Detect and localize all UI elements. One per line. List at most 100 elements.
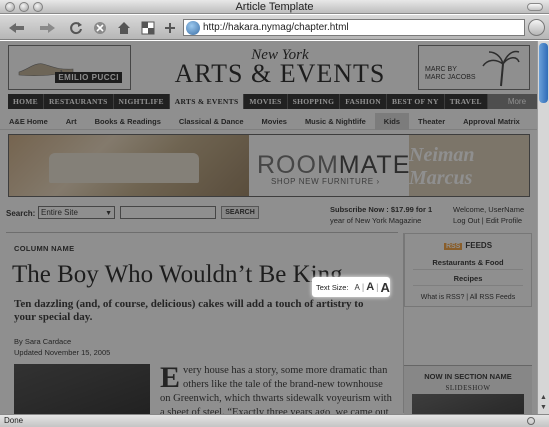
feeds-heading: FEEDS [465, 241, 493, 250]
now-in-section-title: NOW IN SECTION NAME [424, 372, 512, 381]
nav-more[interactable]: More [487, 94, 537, 109]
subnav-classical-dance[interactable]: Classical & Dance [170, 113, 253, 130]
nav-item-shopping[interactable]: SHOPPING [288, 94, 341, 109]
dropcap: E [160, 361, 181, 394]
text-size-small-button[interactable]: A [355, 283, 360, 292]
nav-item-travel[interactable]: TRAVEL [445, 94, 488, 109]
banner-photo [9, 135, 249, 196]
scroll-down-icon[interactable]: ▼ [539, 403, 548, 412]
vertical-scrollbar[interactable]: ▲ ▼ [537, 41, 549, 414]
article-body-text: very house has a story, some more dramat… [160, 365, 392, 414]
text-size-medium-button[interactable]: A [366, 281, 374, 293]
subnav-theater[interactable]: Theater [409, 113, 454, 130]
author: By Sara Cardace [14, 337, 72, 346]
home-button[interactable] [114, 19, 134, 36]
bookmark-icon [141, 21, 155, 34]
subnav-ae-home[interactable]: A&E Home [0, 113, 57, 130]
ad-left-brand: EMILIO PUCCI [55, 72, 122, 83]
banner-headline: ROOMMATES [257, 151, 428, 180]
subnav-approval-matrix[interactable]: Approval Matrix [454, 113, 529, 130]
divider [6, 232, 398, 233]
subnav-books-readings[interactable]: Books & Readings [86, 113, 170, 130]
forward-arrow-icon [40, 22, 55, 33]
logout-link[interactable]: Log Out [453, 216, 480, 225]
palm-tree-image [482, 50, 520, 87]
feed-restaurants-food[interactable]: Restaurants & Food [413, 258, 523, 270]
banner-shop-link[interactable]: SHOP NEW FURNITURE › [271, 177, 380, 186]
sub-nav: A&E Home Art Books & Readings Classical … [0, 112, 537, 130]
back-button[interactable] [4, 19, 30, 36]
subscribe-line-1: Subscribe Now : $17.99 for 1 [330, 205, 433, 214]
web-page: EMILIO PUCCI New York ARTS & EVENTS MARC… [0, 41, 537, 414]
search-button[interactable]: SEARCH [221, 206, 259, 219]
subscribe-line-2: year of New York Magazine [330, 216, 422, 225]
subnav-music-nightlife[interactable]: Music & Nightlife [296, 113, 375, 130]
reload-icon [70, 21, 82, 34]
chevron-down-icon: ▼ [105, 210, 112, 217]
all-rss-feeds-link[interactable]: All RSS Feeds [470, 294, 516, 301]
ad-left-emilio-pucci[interactable]: EMILIO PUCCI [8, 45, 131, 90]
subscribe-link[interactable]: Subscribe Now : $17.99 for 1 year of New… [330, 204, 432, 226]
nav-item-movies[interactable]: MOVIES [244, 94, 288, 109]
feeds-title: RSS FEEDS [405, 241, 531, 250]
banner-store-logo: Neiman Marcus [409, 135, 529, 196]
what-is-rss-link[interactable]: What is RSS? [421, 294, 465, 301]
text-size-separator: | [361, 282, 365, 292]
feed-recipes[interactable]: Recipes [413, 274, 523, 286]
nav-item-restaurants[interactable]: RESTAURANTS [44, 94, 114, 109]
column-name: COLUMN NAME [14, 244, 75, 253]
welcome-text: Welcome, UserName [453, 205, 525, 214]
slideshow-label[interactable]: SLIDESHOW [404, 384, 532, 392]
byline: By Sara Cardace Updated November 15, 200… [14, 336, 110, 358]
address-bar[interactable]: http://hakara.nymag/chapter.html [183, 19, 525, 36]
now-in-section-box: NOW IN SECTION NAME SLIDESHOW [404, 365, 532, 414]
search-row: Search: Entire Site ▼ SEARCH Subscribe N… [0, 203, 537, 233]
section-title: ARTS & EVENTS [174, 59, 386, 88]
nav-item-home[interactable]: HOME [8, 94, 44, 109]
scroll-thumb[interactable] [539, 43, 548, 103]
address-text[interactable]: http://hakara.nymag/chapter.html [203, 22, 349, 33]
ad-right-marc-jacobs[interactable]: MARC BY MARC JACOBS [418, 45, 530, 90]
text-size-control: Text Size: A | A | A [312, 277, 390, 297]
nav-item-fashion[interactable]: FASHION [340, 94, 387, 109]
nav-item-nightlife[interactable]: NIGHTLIFE [114, 94, 170, 109]
go-icon[interactable] [528, 19, 545, 36]
slideshow-photo[interactable] [412, 394, 524, 414]
edit-profile-link[interactable]: Edit Profile [486, 216, 522, 225]
search-scope-value: Entire Site [41, 208, 78, 217]
updated-date: Updated November 15, 2005 [14, 348, 111, 357]
stop-button[interactable] [90, 19, 110, 36]
subnav-kids[interactable]: Kids [374, 112, 410, 130]
plus-icon [165, 22, 175, 33]
back-arrow-icon [9, 22, 24, 33]
sofa-image [49, 153, 199, 183]
scroll-up-icon[interactable]: ▲ [539, 393, 548, 402]
sidebar: RSS FEEDS Restaurants & Food Recipes What… [403, 233, 532, 414]
nav-item-best-of-ny[interactable]: BEST OF NY [387, 94, 445, 109]
reload-button[interactable] [66, 19, 86, 36]
toolbar-toggle-button[interactable] [527, 3, 543, 11]
search-input[interactable] [120, 206, 216, 219]
text-size-separator: | [376, 282, 379, 292]
article-body: Every house has a story, some more drama… [160, 361, 394, 415]
forward-button[interactable] [34, 19, 60, 36]
browser-toolbar: http://hakara.nymag/chapter.html [0, 15, 549, 40]
nav-item-arts-events[interactable]: ARTS & EVENTS [169, 94, 245, 109]
article-headline: The Boy Who Wouldn’t Be King [12, 261, 343, 288]
subnav-movies[interactable]: Movies [253, 113, 296, 130]
home-icon [118, 21, 130, 34]
add-bookmark-button[interactable] [160, 19, 180, 36]
banner-ad[interactable]: ROOMMATES SHOP NEW FURNITURE › Neiman Ma… [8, 134, 530, 197]
search-label: Search: [6, 209, 36, 218]
search-scope-select[interactable]: Entire Site ▼ [38, 206, 115, 219]
globe-icon [186, 20, 200, 35]
ad-right-text: MARC BY MARC JACOBS [425, 66, 476, 81]
stop-icon [94, 21, 106, 34]
status-text: Done [4, 416, 24, 425]
subnav-art[interactable]: Art [57, 113, 86, 130]
rss-feeds-box: RSS FEEDS Restaurants & Food Recipes What… [404, 233, 532, 307]
text-size-large-button[interactable]: A [381, 280, 390, 295]
window-title: Article Template [235, 1, 314, 13]
bookmarks-button[interactable] [138, 19, 158, 36]
feed-links-separator: | [466, 294, 469, 301]
